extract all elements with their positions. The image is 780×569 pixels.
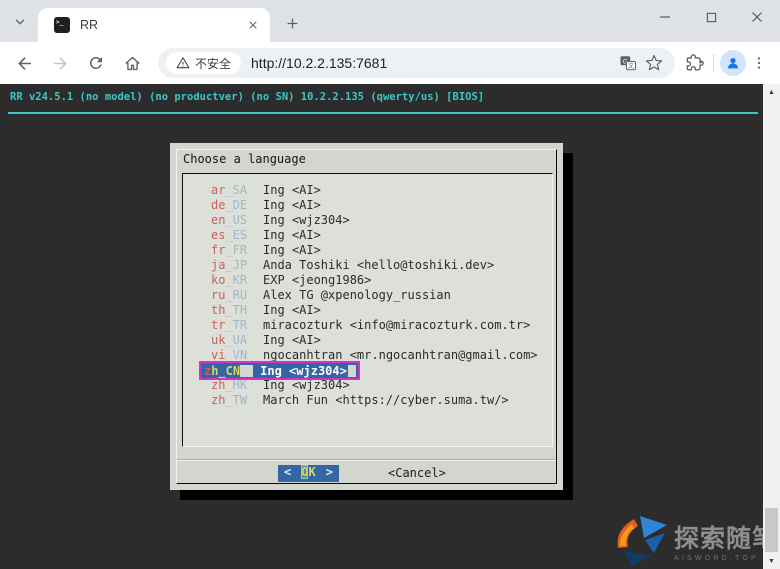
close-icon	[247, 19, 259, 31]
reload-icon	[87, 54, 105, 72]
url-text[interactable]: http://10.2.2.135:7681	[251, 55, 615, 71]
selected-item-highlight: zh_CNIng <wjz304>	[199, 361, 360, 380]
language-list: ar_SAIng <AI>de_DEIng <AI>en_USIng <wjz3…	[182, 173, 553, 447]
chevron-down-icon	[13, 15, 27, 29]
list-item[interactable]: ru_RUAlex TG @xpenology_russian	[183, 288, 552, 303]
reload-button[interactable]	[80, 47, 112, 79]
terminal-favicon-icon: >_	[54, 17, 70, 33]
tab-title: RR	[80, 18, 244, 32]
security-chip[interactable]: 不安全	[166, 52, 241, 74]
scroll-down-button[interactable]: ▼	[763, 553, 780, 569]
ok-label: K	[308, 465, 315, 479]
list-item[interactable]: de_DEIng <AI>	[183, 198, 552, 213]
browser-menu-button[interactable]	[746, 50, 772, 76]
list-item[interactable]: es_ESIng <AI>	[183, 228, 552, 243]
minimize-icon	[659, 11, 671, 23]
back-arrow-icon	[15, 54, 34, 73]
ok-bracket-close: >	[326, 465, 333, 479]
browser-window: >_ RR	[0, 0, 780, 569]
scrollbar-thumb[interactable]	[765, 508, 778, 552]
watermark: 探索随笔 AISWORD.TOP	[610, 512, 778, 568]
maximize-button[interactable]	[688, 0, 734, 34]
toolbar-divider	[713, 54, 714, 72]
new-tab-button[interactable]	[282, 13, 302, 33]
forward-button[interactable]	[44, 47, 76, 79]
puzzle-icon	[685, 54, 704, 73]
list-item[interactable]: zh_TWMarch Fun <https://cyber.suma.tw/>	[183, 393, 552, 408]
list-item[interactable]: zh_HKIng <wjz304>	[183, 378, 552, 393]
translate-button[interactable]: G 文	[615, 50, 641, 76]
address-bar[interactable]: 不安全 http://10.2.2.135:7681 G 文	[158, 48, 675, 78]
language-dialog: Choose a language ar_SAIng <AI>de_DEIng …	[170, 143, 563, 490]
window-controls	[642, 0, 780, 34]
tab-strip: >_ RR	[0, 0, 780, 42]
list-item[interactable]: fr_FRIng <AI>	[183, 243, 552, 258]
profile-avatar[interactable]	[720, 50, 746, 76]
home-button[interactable]	[116, 47, 148, 79]
ok-bracket-open: <	[284, 465, 291, 479]
extensions-button[interactable]	[681, 50, 707, 76]
kebab-menu-icon	[751, 55, 767, 71]
plus-icon	[285, 16, 300, 31]
terminal-page: RR v24.5.1 (no model) (no productver) (n…	[0, 84, 780, 569]
tab-search-button[interactable]	[10, 12, 30, 32]
star-icon	[645, 54, 663, 72]
close-window-button[interactable]	[734, 0, 780, 34]
tab-close-button[interactable]	[244, 16, 262, 34]
list-item[interactable]: ar_SAIng <AI>	[183, 183, 552, 198]
terminal-status-line: RR v24.5.1 (no model) (no productver) (n…	[10, 91, 484, 103]
svg-text:文: 文	[628, 62, 634, 70]
cancel-button[interactable]: <Cancel>	[388, 466, 446, 480]
list-item[interactable]: ko_KREXP <jeong1986>	[183, 273, 552, 288]
bookmark-button[interactable]	[641, 50, 667, 76]
forward-arrow-icon	[51, 54, 70, 73]
list-item[interactable]: en_USIng <wjz304>	[183, 213, 552, 228]
person-icon	[725, 55, 741, 71]
translate-icon: G 文	[619, 54, 637, 72]
warning-triangle-icon	[176, 56, 190, 70]
maximize-icon	[706, 12, 717, 23]
back-button[interactable]	[8, 47, 40, 79]
list-item[interactable]: th_THIng <AI>	[183, 303, 552, 318]
dialog-title: Choose a language	[183, 152, 306, 166]
security-label: 不安全	[195, 55, 231, 72]
watermark-logo-icon	[610, 512, 670, 568]
close-icon	[751, 11, 763, 23]
page-scrollbar[interactable]: ▲ ▼	[763, 84, 780, 569]
triangle-up-icon: ▲	[768, 89, 775, 96]
browser-tab[interactable]: >_ RR	[38, 8, 270, 42]
scroll-up-button[interactable]: ▲	[763, 84, 780, 100]
button-separator	[177, 459, 556, 461]
minimize-button[interactable]	[642, 0, 688, 34]
browser-toolbar: 不安全 http://10.2.2.135:7681 G 文	[0, 42, 780, 84]
ok-button[interactable]: <OK>	[278, 465, 339, 482]
home-icon	[123, 54, 142, 73]
terminal-divider-line	[8, 112, 758, 114]
triangle-down-icon: ▼	[768, 558, 775, 565]
list-item[interactable]: tr_TRmiracozturk <info@miracozturk.com.t…	[183, 318, 552, 333]
list-item[interactable]: zh_CNIng <wjz304>	[183, 363, 552, 378]
list-item[interactable]: uk_UAIng <AI>	[183, 333, 552, 348]
list-item[interactable]: ja_JPAnda Toshiki <hello@toshiki.dev>	[183, 258, 552, 273]
